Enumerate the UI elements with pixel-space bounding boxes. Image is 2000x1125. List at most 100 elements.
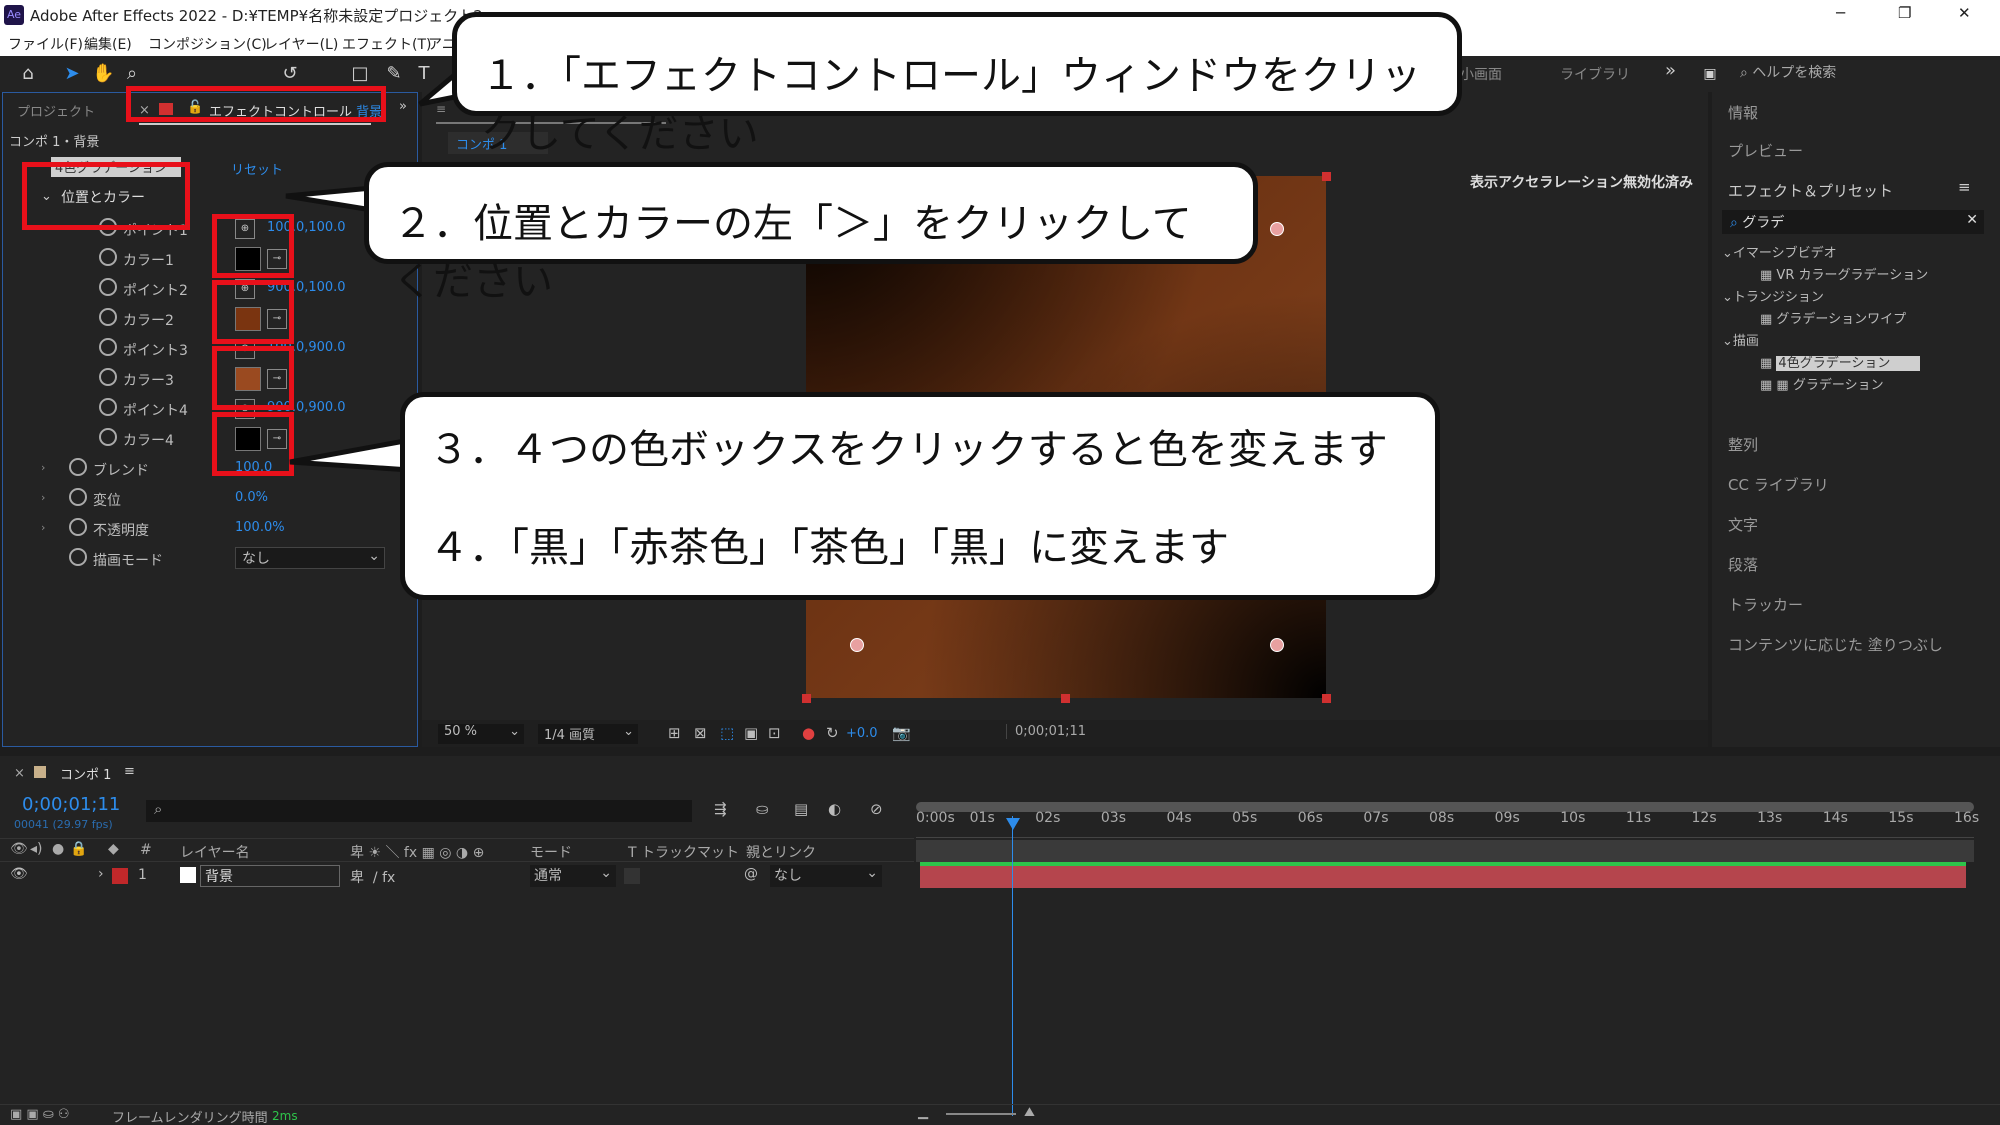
eye-icon[interactable]: 👁 — [10, 866, 28, 882]
panel-align[interactable]: 整列 — [1728, 434, 1758, 455]
playhead-handle[interactable] — [1006, 818, 1020, 830]
stopwatch-icon[interactable] — [99, 338, 117, 356]
close-button[interactable]: ✕ — [1958, 4, 1971, 22]
layer-row[interactable]: 👁 › 1 背景 卑 / fx 通常 ⌄ @ なし ⌄ — [0, 864, 914, 888]
mask-icon[interactable]: ⬚ — [720, 724, 734, 742]
help-search[interactable]: ⌕ ヘルプを検索 — [1740, 62, 1990, 86]
panel-character[interactable]: 文字 — [1728, 514, 1758, 535]
tree-item-selected[interactable]: ▦ 4色グラデーション — [1760, 352, 1921, 371]
tree-category[interactable]: ⌄イマーシブビデオ — [1722, 242, 1837, 261]
menu-file[interactable]: ファイル(F) — [8, 34, 83, 54]
panel-preview[interactable]: プレビュー — [1728, 140, 1803, 161]
zoom-select[interactable]: 50 % ⌄ — [438, 724, 524, 744]
workspace-overflow[interactable]: » — [1665, 60, 1676, 81]
expand-icon[interactable]: › — [41, 521, 45, 534]
zoom-tool-icon[interactable]: ⌕ — [122, 64, 142, 84]
stopwatch-icon[interactable] — [99, 308, 117, 326]
zoom-slider[interactable] — [946, 1113, 1016, 1115]
stopwatch-icon[interactable] — [69, 518, 87, 536]
prop-row[interactable]: ポイント2 ⊕ 900.0,100.0 — [3, 275, 413, 303]
stopwatch-icon[interactable] — [99, 248, 117, 266]
tab-project[interactable]: プロジェクト — [17, 101, 95, 120]
maximize-button[interactable]: ❐ — [1898, 4, 1911, 22]
expand-icon[interactable]: › — [41, 461, 45, 474]
panel-cc-libraries[interactable]: CC ライブラリ — [1728, 474, 1829, 495]
stopwatch-icon[interactable] — [99, 278, 117, 296]
panel-menu-icon[interactable]: ≡ — [1958, 178, 1971, 196]
switches-icon[interactable]: 卑 ☀ ＼ fx ▦ ◎ ◑ ⊕ — [350, 842, 484, 862]
tree-item[interactable]: ▦ グラデーションワイプ — [1760, 308, 1906, 327]
tree-category[interactable]: ⌄トランジション — [1722, 286, 1824, 305]
stopwatch-icon[interactable] — [69, 548, 87, 566]
clear-search-icon[interactable]: ✕ — [1966, 212, 1978, 228]
prop-jitter-value[interactable]: 0.0% — [235, 490, 268, 505]
prop-row[interactable]: カラー2 ⊸ — [3, 305, 413, 333]
pen-tool-icon[interactable]: ✎ — [384, 64, 404, 84]
prop-row[interactable]: カラー4 ⊸ — [3, 425, 413, 453]
selection-tool-icon[interactable]: ➤ — [62, 64, 82, 84]
prop-row[interactable]: カラー1 ⊸ — [3, 245, 413, 273]
text-tool-icon[interactable]: T — [414, 64, 434, 84]
panel-paragraph[interactable]: 段落 — [1728, 554, 1758, 575]
layer-switches[interactable]: 卑 / fx — [350, 867, 395, 887]
guides-icon[interactable]: ⊡ — [768, 724, 781, 742]
layer-handle[interactable] — [1061, 694, 1070, 703]
audio-icon[interactable]: ◂) — [30, 841, 43, 857]
layer-label-color[interactable] — [112, 868, 128, 884]
layer-search[interactable]: ⌕ — [146, 800, 692, 822]
stopwatch-icon[interactable] — [69, 458, 87, 476]
expand-icon[interactable]: › — [98, 866, 104, 882]
panel-effects-presets[interactable]: エフェクト＆プリセット — [1728, 180, 1893, 201]
prop-row[interactable]: ポイント4 ⊕ 900.0,900.0 — [3, 395, 413, 423]
stopwatch-icon[interactable] — [99, 368, 117, 386]
menu-composition[interactable]: コンポジション(C) — [148, 34, 267, 54]
stopwatch-icon[interactable] — [99, 428, 117, 446]
viewer-timecode[interactable]: 0;00;01;11 — [1006, 724, 1094, 739]
minimize-button[interactable]: ─ — [1836, 4, 1845, 22]
workspace-libraries[interactable]: ライブラリ — [1560, 64, 1630, 84]
parent-header[interactable]: 親とリンク — [746, 842, 816, 862]
gradient-point-handle[interactable] — [1270, 222, 1284, 236]
sync-settings-icon[interactable]: ▣ — [1700, 64, 1720, 84]
tree-item[interactable]: ▦ ▦ グラデーション — [1760, 374, 1884, 393]
expand-icon[interactable]: › — [41, 491, 45, 504]
lock-icon[interactable]: 🔒 — [70, 841, 87, 857]
zoom-in-icon[interactable]: ⛰ — [1024, 1105, 1035, 1120]
tree-item[interactable]: ▦ VR カラーグラデーション — [1760, 264, 1928, 283]
panel-menu-icon[interactable]: » — [399, 99, 407, 114]
layer-name[interactable]: 背景 — [200, 865, 340, 887]
prop-blend[interactable]: › ブレンド 100.0 — [3, 455, 413, 483]
comp-flowchart-icon[interactable]: ⇶ — [714, 800, 727, 818]
layer-handle[interactable] — [1322, 694, 1331, 703]
prop-row[interactable]: カラー3 ⊸ — [3, 365, 413, 393]
parent-select[interactable]: なし ⌄ — [770, 865, 882, 887]
snapshot-icon[interactable]: 📷 — [892, 724, 911, 742]
layer-mode-select[interactable]: 通常 ⌄ — [530, 865, 616, 887]
motion-blur-icon[interactable]: ◐ — [828, 800, 841, 818]
gradient-point-handle[interactable] — [1270, 638, 1284, 652]
exposure-reset-icon[interactable]: ↻ — [826, 724, 839, 742]
home-icon[interactable]: ⌂ — [18, 64, 38, 84]
layer-track-bar[interactable] — [920, 866, 1966, 888]
eye-icon[interactable]: 👁 — [10, 841, 28, 857]
panel-info[interactable]: 情報 — [1728, 102, 1758, 123]
mode-select[interactable]: なし ⌄ — [235, 547, 385, 569]
reset-link[interactable]: リセット — [231, 159, 283, 178]
panel-tracker[interactable]: トラッカー — [1728, 594, 1803, 615]
playhead[interactable] — [1012, 816, 1013, 1116]
prop-mode[interactable]: 描画モード なし ⌄ — [3, 545, 413, 573]
layer-name-header[interactable]: レイヤー名 — [180, 842, 250, 862]
prop-opacity[interactable]: › 不透明度 100.0% — [3, 515, 413, 543]
menu-effect[interactable]: エフェクト(T) — [342, 34, 431, 54]
timeline-close-icon[interactable]: × — [14, 766, 25, 781]
rect-tool-icon[interactable]: □ — [350, 64, 370, 84]
graph-editor-icon[interactable]: ⊘ — [870, 800, 883, 818]
menu-layer[interactable]: レイヤー(L) — [264, 34, 338, 54]
layer-handle[interactable] — [1322, 172, 1331, 181]
region-icon[interactable]: ▣ — [744, 724, 758, 742]
resolution-select[interactable]: 1/4 画質 ⌄ — [538, 724, 638, 744]
gradient-point-handle[interactable] — [850, 638, 864, 652]
exposure-value[interactable]: +0.0 — [846, 726, 878, 741]
timeline-tab[interactable]: コンポ 1 — [60, 764, 111, 783]
prop-row[interactable]: ポイント3 ⊕ 100.0,900.0 — [3, 335, 413, 363]
